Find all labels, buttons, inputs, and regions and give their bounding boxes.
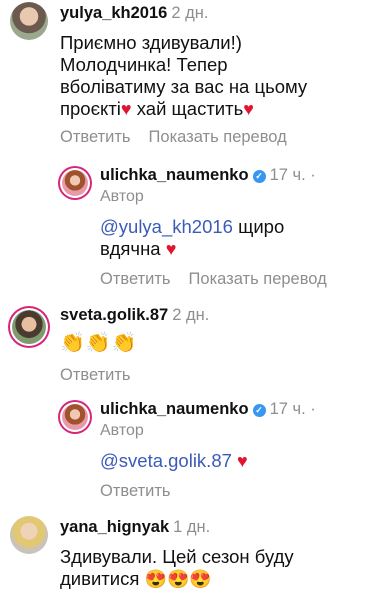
reply-button[interactable]: Ответить (60, 366, 131, 384)
timestamp: 2 дн. (172, 306, 210, 324)
avatar[interactable] (12, 310, 46, 344)
heart-eyes-icon: 😍 (166, 569, 190, 589)
heart-icon: ♥ (237, 451, 248, 471)
comment-header: ulichka_naumenko ✓ 17 ч. · (100, 400, 316, 419)
author-label: Автор (100, 188, 144, 205)
timestamp: 17 ч. · (269, 400, 316, 418)
verified-icon: ✓ (252, 404, 266, 417)
reply-button[interactable]: Ответить (60, 128, 131, 146)
mention-link[interactable]: @sveta.golik.87 (100, 450, 232, 471)
comment-text: Приємно здивували!) Молодчинка! Тепер вб… (60, 32, 308, 119)
username[interactable]: yulya_kh2016 (60, 4, 167, 22)
avatar[interactable] (62, 404, 88, 430)
comment-header: ulichka_naumenko ✓ 17 ч. · (100, 166, 316, 185)
comment-actions: Ответить (60, 366, 149, 385)
translate-button[interactable]: Показать перевод (149, 128, 287, 146)
avatar[interactable] (10, 2, 48, 40)
reply-button[interactable]: Ответить (100, 270, 171, 288)
translate-button[interactable]: Показать перевод (189, 270, 327, 288)
heart-icon: ♥ (243, 99, 254, 119)
heart-icon: ♥ (120, 99, 132, 119)
avatar[interactable] (10, 516, 48, 554)
timestamp: 2 дн. (171, 4, 209, 22)
heart-eyes-icon: 😍 (189, 569, 212, 589)
comment-text: Здивували. Цей сезон буду дивитися 😍😍😍 (60, 546, 294, 589)
comment-text: @yulya_kh2016 щиро вдячна ♥ (100, 216, 285, 259)
username[interactable]: ulichka_naumenko (100, 166, 249, 184)
mention-link[interactable]: @yulya_kh2016 (100, 216, 233, 237)
comment-actions: Ответить Показать перевод (100, 270, 345, 289)
comment-actions: Ответить (100, 482, 189, 501)
username[interactable]: yana_hignyak (60, 518, 169, 536)
comment-header: yulya_kh2016 2 дн. (60, 4, 208, 23)
username[interactable]: ulichka_naumenko (100, 400, 249, 418)
reply-button[interactable]: Ответить (100, 482, 171, 500)
heart-eyes-icon: 😍 (144, 569, 167, 589)
comment-header: sveta.golik.87 2 дн. (60, 306, 209, 325)
verified-icon: ✓ (252, 170, 266, 183)
comment-text: @sveta.golik.87 ♥ (100, 450, 248, 472)
avatar[interactable] (62, 170, 88, 196)
comment-header: yana_hignyak 1 дн. (60, 518, 210, 537)
comment-text: 👏👏👏 (60, 332, 138, 354)
timestamp: 1 дн. (173, 518, 211, 536)
author-label: Автор (100, 422, 144, 439)
username[interactable]: sveta.golik.87 (60, 306, 168, 324)
timestamp: 17 ч. · (269, 166, 316, 184)
comment-actions: Ответить Показать перевод (60, 128, 305, 147)
heart-icon: ♥ (165, 239, 177, 259)
